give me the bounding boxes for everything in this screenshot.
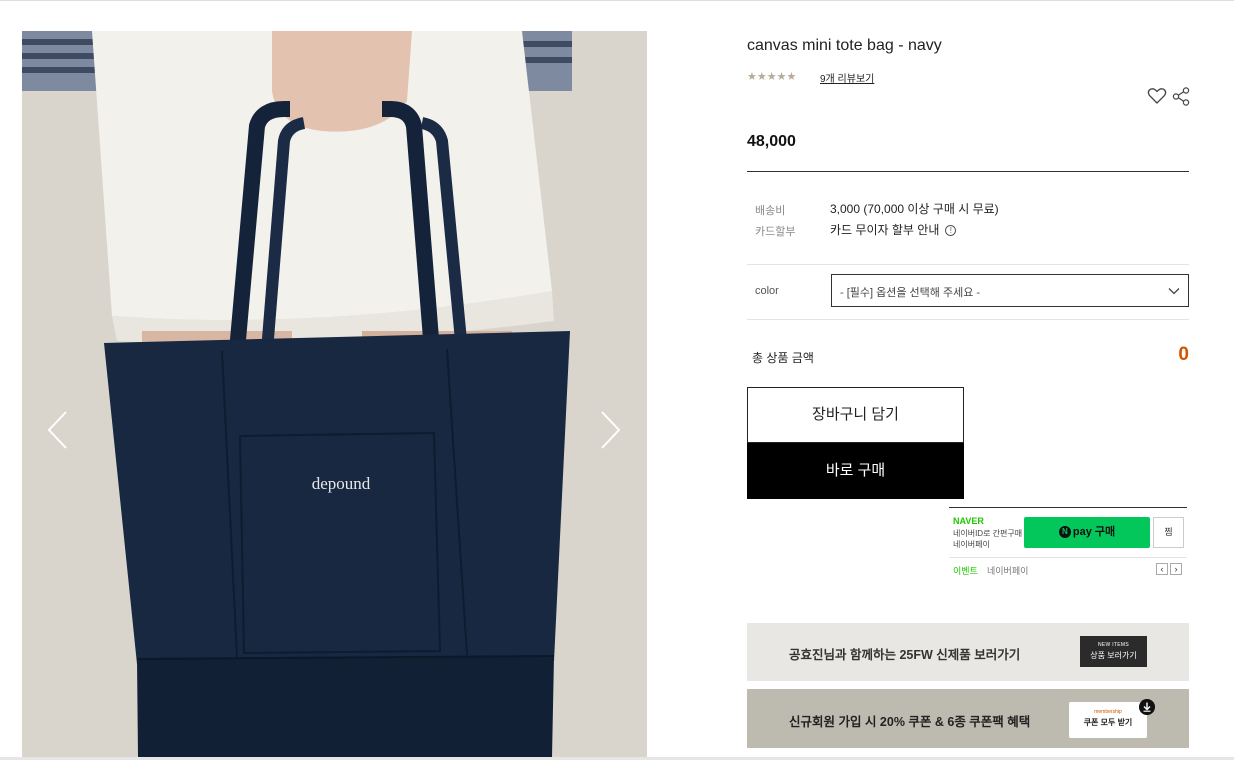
shipping-value: 3,000 (70,000 이상 구매 시 무료) — [830, 202, 999, 216]
naverpay-event-sub: 네이버페이 — [987, 566, 1029, 576]
heart-icon[interactable] — [1147, 87, 1167, 105]
naverpay-widget: NAVER 네이버ID로 간편구매 네이버페이 Npay 구매 찜 이벤트 네이… — [949, 507, 1187, 583]
bag-logo-text: depound — [312, 474, 371, 493]
new-items-banner[interactable]: 공효진님과 함께하는 25FW 신제품 보러가기 NEW ITEMS 상품 보러… — [747, 623, 1189, 681]
option-label: color — [755, 285, 779, 297]
product-image: depound — [22, 31, 647, 757]
product-info-panel: canvas mini tote bag - navy ★★★★★ 9개 리뷰보… — [747, 0, 1190, 760]
add-to-cart-button[interactable]: 장바구니 담기 — [747, 387, 964, 443]
color-select-value: - [필수] 옵션을 선택해 주세요 - — [840, 287, 981, 299]
installment-label: 카드할부 — [755, 226, 796, 238]
membership-banner[interactable]: 신규회원 가입 시 20% 쿠폰 & 6종 쿠폰팩 혜택 membership … — [747, 689, 1189, 748]
naverpay-top-border — [949, 507, 1187, 508]
details-divider — [747, 264, 1189, 265]
chevron-left-icon[interactable] — [46, 410, 70, 450]
chevron-down-icon — [1168, 288, 1180, 295]
membership-banner-text: 신규회원 가입 시 20% 쿠폰 & 6종 쿠폰팩 혜택 — [789, 715, 1031, 729]
naverpay-prev-button[interactable]: ‹ — [1156, 563, 1168, 575]
total-value: 0 — [1178, 344, 1189, 365]
naverpay-event-label[interactable]: 이벤트 — [953, 564, 978, 577]
coupon-small: membership — [1094, 709, 1122, 715]
coupon-download-button[interactable]: membership 쿠폰 모두 받기 — [1069, 702, 1147, 738]
download-icon[interactable] — [1139, 699, 1155, 715]
rating-stars: ★★★★★ — [747, 71, 797, 83]
new-items-banner-text: 공효진님과 함께하는 25FW 신제품 보러가기 — [789, 648, 1021, 662]
view-products-label: 상품 보러가기 — [1090, 651, 1137, 660]
total-label: 총 상품 금액 — [752, 351, 814, 365]
naverpay-line2: 네이버페이 — [953, 540, 990, 549]
review-link[interactable]: 9개 리뷰보기 — [820, 70, 874, 85]
option-divider — [747, 319, 1189, 320]
naverpay-next-button[interactable]: › — [1170, 563, 1182, 575]
color-select[interactable]: - [필수] 옵션을 선택해 주세요 - — [831, 274, 1189, 307]
info-icon[interactable]: ! — [945, 225, 957, 237]
product-title: canvas mini tote bag - navy — [747, 37, 942, 54]
shipping-label: 배송비 — [755, 205, 786, 217]
view-products-button[interactable]: NEW ITEMS 상품 보러가기 — [1080, 636, 1147, 667]
buy-now-button[interactable]: 바로 구매 — [747, 443, 964, 499]
naverpay-divider — [949, 557, 1187, 558]
naver-brand: NAVER — [953, 516, 984, 526]
product-price: 48,000 — [747, 133, 796, 150]
naverpay-buy-button[interactable]: Npay 구매 — [1024, 517, 1150, 548]
coupon-label: 쿠폰 모두 받기 — [1083, 718, 1133, 727]
installment-value-row: 카드 무이자 할부 안내! — [830, 221, 957, 238]
naverpay-n-icon: N — [1058, 526, 1071, 538]
price-divider — [747, 171, 1189, 172]
view-products-small: NEW ITEMS — [1097, 642, 1130, 648]
share-icon[interactable] — [1172, 87, 1190, 106]
installment-value: 카드 무이자 할부 안내 — [830, 223, 940, 237]
chevron-right-icon[interactable] — [598, 410, 622, 450]
naverpay-zzim-button[interactable]: 찜 — [1153, 517, 1184, 548]
naverpay-buy-label: pay 구매 — [1072, 526, 1116, 538]
naverpay-line1: 네이버ID로 간편구매 — [953, 529, 1023, 538]
